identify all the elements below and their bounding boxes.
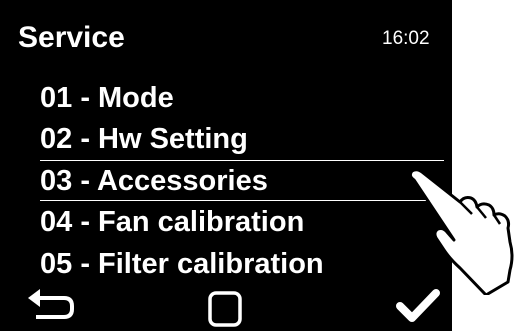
menu-item-hw-setting[interactable]: 02 - Hw Setting [40,119,248,159]
menu-item-fan-calibration[interactable]: 04 - Fan calibration [40,202,304,242]
menu-item-accessories[interactable]: 03 - Accessories [40,161,268,201]
clock-time: 16:02 [382,28,430,49]
selection-bottom-divider [40,200,444,201]
pointing-hand-icon [400,160,523,297]
device-screen: Service 16:02 01 - Mode 02 - Hw Setting … [0,0,452,331]
menu-item-filter-calibration[interactable]: 05 - Filter calibration [40,244,324,284]
page-title: Service [18,21,125,54]
square-icon[interactable] [208,291,242,327]
menu-item-mode[interactable]: 01 - Mode [40,78,174,118]
back-arrow-icon[interactable] [26,286,76,320]
